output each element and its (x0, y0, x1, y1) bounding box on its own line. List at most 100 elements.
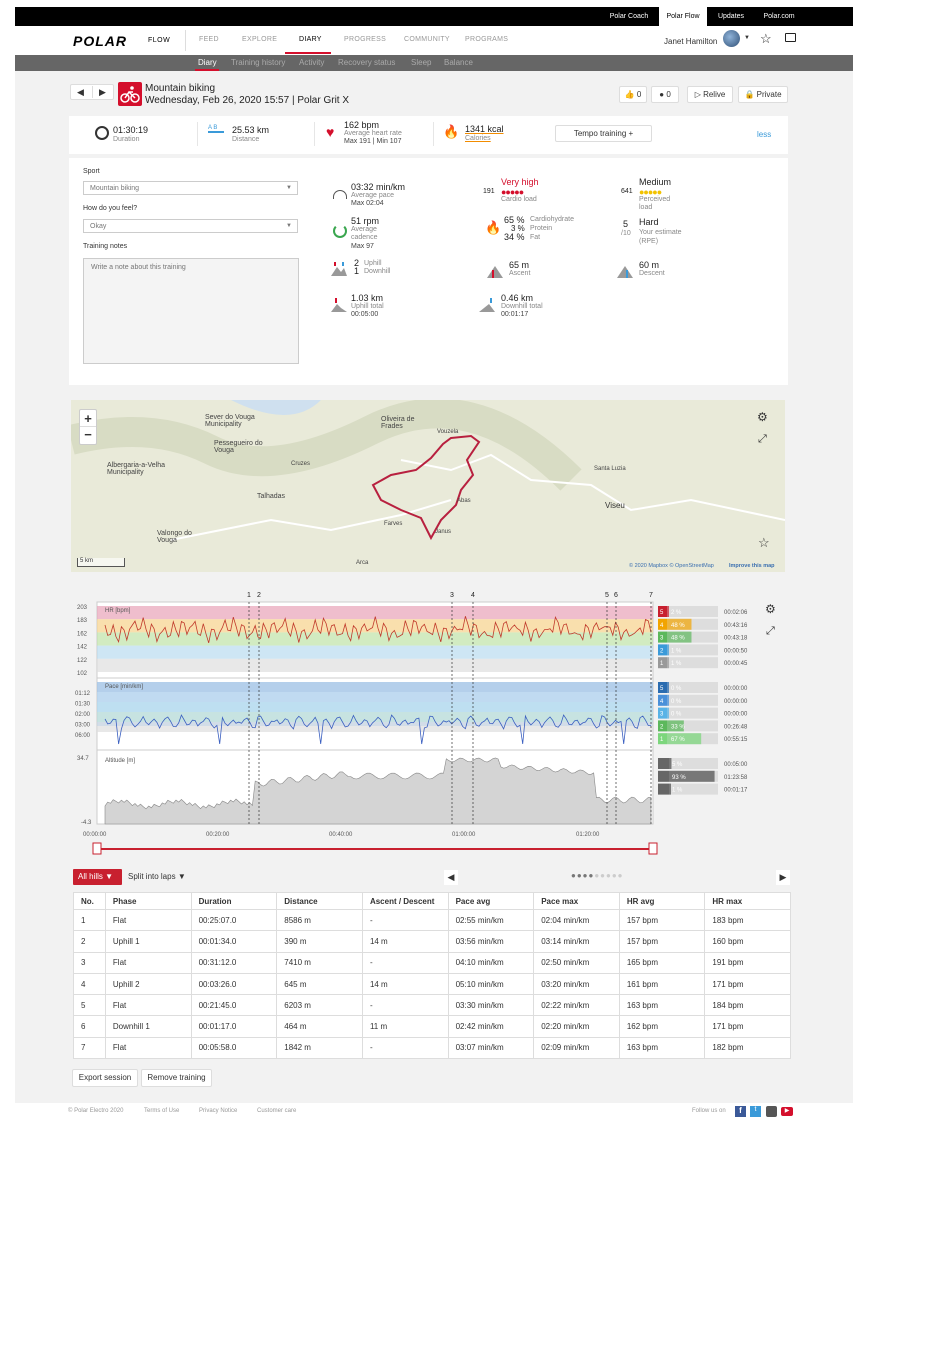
pager-dots[interactable]: ●●●●●●●●● (571, 871, 624, 880)
chart-svg[interactable]: 1 2 3 4 5 6 7HR [bpm]Pace [min/km]Altitude [m]… (73, 588, 793, 858)
sport-select[interactable]: Mountain biking ▼ (83, 181, 298, 195)
pace-zone-percent: 67 % (671, 737, 685, 743)
subnav-diary[interactable]: Diary (198, 58, 217, 67)
table-row[interactable]: 6 Downhill 1 00:01:17.0 464 m 11 m 02:42 min/… (73, 1015, 791, 1038)
route-map[interactable]: Sever do Vouga Municipality Oliveira de … (71, 400, 785, 572)
gear-icon[interactable]: ⚙ (757, 410, 768, 424)
chat-icon[interactable] (785, 33, 796, 42)
chart-fullscreen-icon[interactable]: ⤢ (766, 625, 775, 638)
table-cell: 191 bpm (704, 951, 791, 974)
terms-link[interactable]: Terms of Use (144, 1108, 179, 1114)
hr-tick-label: 162 (77, 631, 88, 637)
details-card: Sport Mountain biking ▼ How do you feel? … (69, 158, 788, 385)
improve-map-link[interactable]: Improve this map (729, 563, 775, 569)
zoom-in-button[interactable]: + (80, 410, 96, 427)
table-row[interactable]: 1 Flat 00:25:07.0 8586 m -02:55 min/km 02:04 … (73, 908, 791, 932)
date-nav: ◀ ▶ (70, 84, 114, 100)
map-place: Valongo do Vouga (157, 530, 192, 544)
user-name[interactable]: Janet Hamilton (664, 37, 717, 46)
pace-zone-percent: 0 % (671, 686, 682, 692)
youtube-icon[interactable]: ▶ (781, 1107, 793, 1116)
nav-diary[interactable]: DIARY (299, 36, 322, 43)
split-laps-dropdown[interactable]: Split into laps ▼ (128, 872, 186, 881)
nav-community[interactable]: COMMUNITY (404, 36, 450, 43)
table-next-arrow-icon[interactable]: ▶ (776, 870, 790, 885)
instagram-icon[interactable] (766, 1106, 777, 1117)
hr-zone-band (97, 658, 653, 672)
notes-label: Training notes (83, 243, 128, 250)
downhill-label: Downhill (364, 268, 391, 275)
notes-textarea[interactable] (83, 258, 299, 364)
private-button[interactable]: 🔒 Private (738, 86, 788, 103)
nav-feed[interactable]: FEED (199, 36, 219, 43)
table-row[interactable]: 4 Uphill 2 00:03:26.0 645 m 14 m 05:10 min/km… (73, 972, 791, 996)
chevron-down-icon[interactable]: ▼ (744, 35, 750, 41)
all-hills-button[interactable]: All hills ▼ (73, 869, 122, 885)
altitude-zone-icon (658, 758, 669, 769)
zoom-out-button[interactable]: − (80, 427, 96, 444)
star-icon[interactable]: ☆ (760, 31, 772, 47)
relive-button[interactable]: ▷ Relive (687, 86, 733, 103)
map-place: Santa Luzia (594, 466, 626, 472)
subnav-balance[interactable]: Balance (444, 58, 473, 67)
nav-programs[interactable]: PROGRAMS (465, 36, 508, 43)
polar-logo[interactable]: POLAR (73, 33, 127, 49)
table-row[interactable]: 5 Flat 00:21:45.0 6203 m -03:30 min/km 02:22 … (73, 994, 791, 1017)
downhill-total-time: 00:01:17 (501, 311, 529, 318)
nav-explore[interactable]: EXPLORE (242, 36, 277, 43)
feel-select[interactable]: Okay ▼ (83, 219, 298, 233)
remove-training-button[interactable]: Remove training (141, 1069, 212, 1087)
map-place: Cruzes (291, 461, 311, 467)
link-polar-coach[interactable]: Polar Coach (603, 7, 655, 26)
comment-button[interactable]: ● 0 (651, 86, 679, 103)
link-updates[interactable]: Updates (709, 7, 753, 26)
table-cell: 00:03:26.0 (190, 972, 278, 996)
table-cell: 02:04 min/km (533, 908, 620, 932)
link-polar-flow[interactable]: Polar Flow (659, 7, 707, 26)
chart-gear-icon[interactable]: ⚙ (765, 602, 776, 616)
subnav-sleep[interactable]: Sleep (411, 58, 431, 67)
x-tick-label: 00:20:00 (206, 832, 230, 838)
like-button[interactable]: 👍 0 (619, 86, 647, 103)
facebook-icon[interactable]: f (735, 1106, 746, 1117)
next-arrow-icon[interactable]: ▶ (99, 87, 106, 98)
altitude-zone-bar (669, 783, 671, 795)
hr-tick-label: 142 (77, 645, 88, 651)
subnav-activity[interactable]: Activity (299, 58, 324, 67)
play-icon: ▷ (694, 90, 701, 99)
table-row[interactable]: 7 Flat 00:05:58.0 1842 m -03:07 min/km 02:09 … (73, 1036, 791, 1060)
x-tick-label: 01:20:00 (576, 832, 600, 838)
fullscreen-icon[interactable]: ⤢ (758, 433, 767, 446)
stopwatch-icon (95, 126, 109, 140)
map-place: Farves (384, 521, 403, 527)
avatar[interactable] (723, 30, 740, 47)
perceived-load-value: Medium (639, 177, 672, 187)
less-link[interactable]: less (757, 130, 771, 139)
lap-marker-label: 6 (614, 592, 618, 599)
rpe-value: Hard (639, 217, 659, 227)
follow-us-label: Follow us on (692, 1108, 726, 1114)
subnav-training-history[interactable]: Training history (231, 58, 285, 67)
chevron-down-icon: ▼ (286, 223, 292, 229)
subnav-recovery-status[interactable]: Recovery status (338, 58, 395, 67)
customer-care-link[interactable]: Customer care (257, 1108, 296, 1114)
link-polar-com[interactable]: Polar.com (755, 7, 803, 26)
table-cell: Flat (104, 994, 192, 1017)
tempo-training-button[interactable]: Tempo training + (555, 125, 652, 142)
table-row[interactable]: 2 Uphill 1 00:01:34.0 390 m 14 m 03:56 min/km… (73, 930, 791, 953)
divider (314, 122, 315, 146)
twitter-icon[interactable]: t (750, 1106, 761, 1117)
nav-progress[interactable]: PROGRESS (344, 36, 386, 43)
star-icon[interactable]: ☆ (758, 535, 770, 551)
privacy-link[interactable]: Privacy Notice (199, 1108, 237, 1114)
map-credit[interactable]: © 2020 Mapbox © OpenStreetMap (629, 563, 714, 569)
table-cell: 11 m (361, 1015, 449, 1038)
divider (433, 122, 434, 146)
table-prev-arrow-icon[interactable]: ◀ (444, 870, 458, 885)
prev-arrow-icon[interactable]: ◀ (77, 87, 84, 98)
export-session-button[interactable]: Export session (72, 1069, 138, 1087)
hr-tick-label: 183 (77, 618, 88, 624)
table-row[interactable]: 3 Flat 00:31:12.0 7410 m -04:10 min/km 02:50 … (73, 951, 791, 974)
distance-icon: A B (208, 125, 224, 133)
table-cell: - (361, 908, 449, 932)
